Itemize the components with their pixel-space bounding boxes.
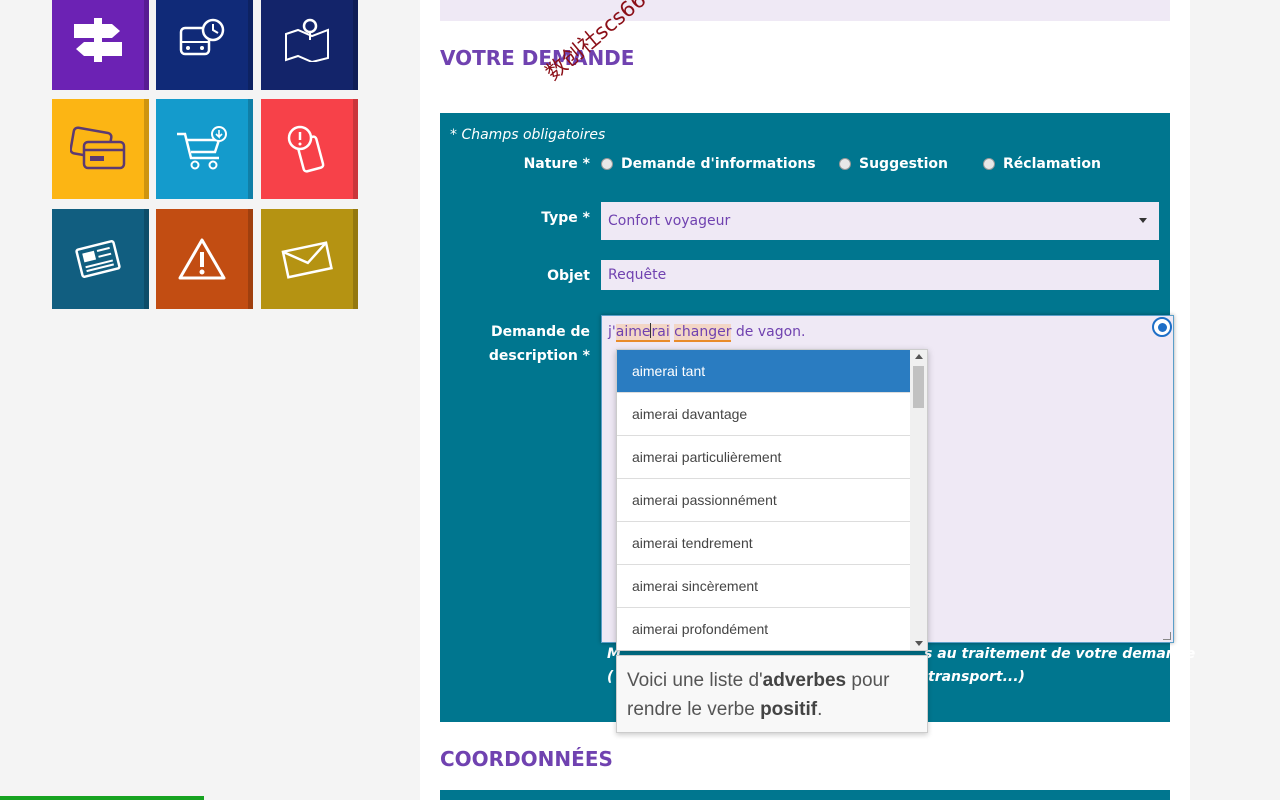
scroll-up-icon[interactable] [915, 354, 923, 359]
scroll-down-icon[interactable] [915, 641, 923, 646]
tooltip-text: Voici une liste d' [627, 670, 763, 691]
coordonnees-form [440, 790, 1170, 800]
text-prefix: j' [608, 324, 616, 340]
type-label: Type * [541, 210, 590, 226]
bus-schedule-icon [179, 18, 225, 56]
required-note: * Champs obligatoires [450, 127, 606, 143]
suggestion-tooltip: Voici une liste d'adverbes pour rendre l… [616, 655, 928, 733]
suggestion-item[interactable]: aimerai sincèrement [617, 565, 911, 608]
misspelled-word-aimerai[interactable]: aimerai [615, 323, 670, 342]
cards-icon [70, 126, 126, 170]
radio-circle[interactable] [839, 158, 851, 170]
description-label-line1: Demande de [490, 324, 590, 340]
radio-circle[interactable] [601, 158, 613, 170]
previous-field-strip [440, 0, 1170, 21]
tile-signpost[interactable] [52, 0, 149, 90]
progress-bar [0, 796, 204, 800]
suggestion-item[interactable]: aimerai passionnément [617, 479, 911, 522]
envelope-icon [281, 241, 333, 279]
map-pin-icon [285, 18, 329, 62]
radio-suggestion[interactable]: Suggestion [839, 156, 948, 172]
tile-map[interactable] [261, 0, 358, 90]
type-select[interactable]: Confort voyageur [601, 202, 1159, 240]
signpost-icon [74, 18, 122, 62]
objet-input-value: Requête [608, 267, 667, 283]
suggestion-item[interactable]: aimerai profondément [617, 608, 911, 650]
tile-cart[interactable] [156, 99, 253, 199]
word-part: aime [615, 324, 651, 340]
highlighted-word-changer[interactable]: changer [674, 324, 732, 342]
tile-mail[interactable] [261, 209, 358, 309]
suggestion-item[interactable]: aimerai tendrement [617, 522, 911, 565]
type-select-value: Confort voyageur [608, 213, 731, 229]
newspaper-icon [75, 239, 121, 279]
tooltip-text: . [817, 699, 823, 720]
radio-label: Suggestion [859, 156, 948, 172]
tooltip-bold: positif [760, 699, 818, 720]
dropdown-scrollbar[interactable] [910, 350, 927, 650]
resize-handle[interactable] [1163, 632, 1171, 640]
tile-news[interactable] [52, 209, 149, 309]
hint-line2-end: transport...) [928, 669, 1025, 685]
writing-assistant-icon[interactable] [1152, 317, 1172, 337]
description-label-line2: description * [488, 348, 590, 364]
suggestion-dropdown: aimerai tant aimerai davantage aimerai p… [616, 349, 928, 651]
warning-icon [178, 238, 226, 280]
radio-reclamation[interactable]: Réclamation [983, 156, 1101, 172]
suggestion-item[interactable]: aimerai davantage [617, 393, 911, 436]
radio-label: Demande d'informations [621, 156, 816, 172]
tile-bus-schedule[interactable] [156, 0, 253, 90]
section-title-coordonnees: COORDONNÉES [440, 747, 613, 771]
description-label: Demande de description * [440, 320, 590, 368]
nature-label: Nature * [523, 156, 590, 172]
objet-input[interactable]: Requête [601, 260, 1159, 290]
suggestion-item[interactable]: aimerai particulièrement [617, 436, 911, 479]
hint-line1-end: s au traitement de votre demande [924, 646, 1196, 662]
radio-circle[interactable] [983, 158, 995, 170]
cart-download-icon [177, 126, 227, 170]
tile-cards[interactable] [52, 99, 149, 199]
tile-warning[interactable] [156, 209, 253, 309]
word-part: rai [651, 324, 670, 340]
chevron-down-icon [1139, 218, 1147, 223]
text-rest: de vagon. [731, 324, 806, 340]
objet-label: Objet [547, 268, 590, 284]
phone-alert-icon [287, 125, 325, 173]
tooltip-bold: adverbes [762, 670, 847, 691]
hint-line2-start: ( [607, 669, 614, 685]
radio-demande-informations[interactable]: Demande d'informations [601, 156, 816, 172]
suggestion-item[interactable]: aimerai tant [617, 350, 911, 393]
section-title-demande: VOTRE DEMANDE [440, 46, 635, 70]
tile-alert-phone[interactable] [261, 99, 358, 199]
scroll-thumb[interactable] [913, 366, 924, 408]
radio-label: Réclamation [1003, 156, 1101, 172]
